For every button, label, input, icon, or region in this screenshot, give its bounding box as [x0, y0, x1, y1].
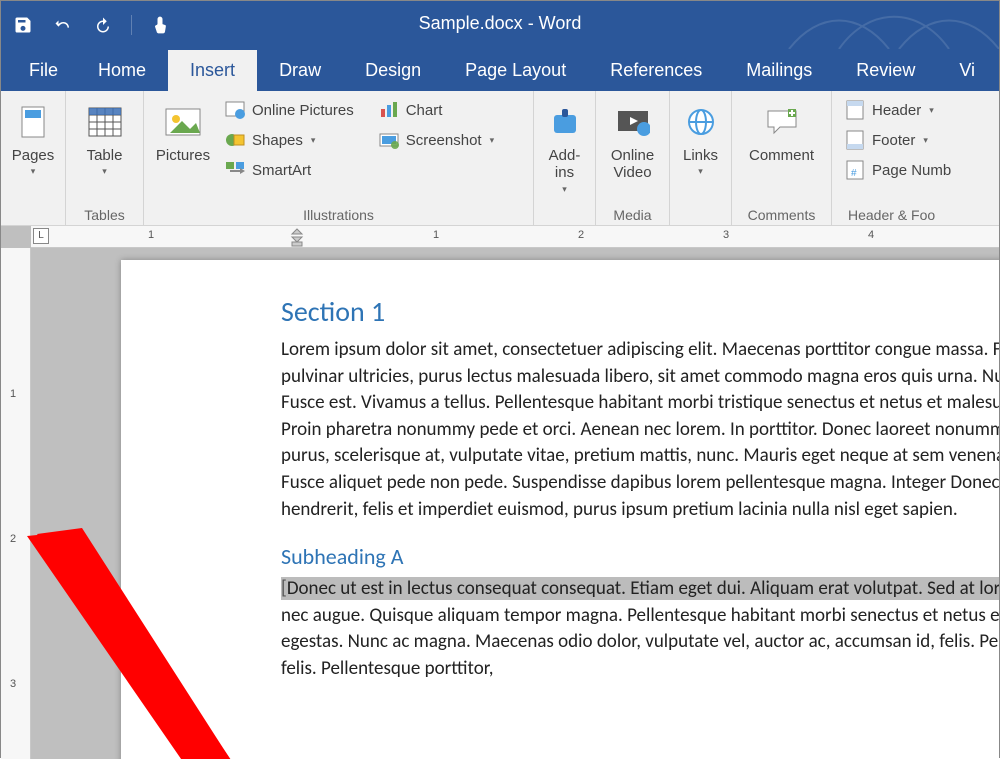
horizontal-ruler[interactable]: L 1 1 2 3 4 [31, 226, 999, 248]
redo-button[interactable] [91, 13, 115, 37]
links-button[interactable]: Links ▾ [678, 97, 723, 181]
tab-design[interactable]: Design [343, 50, 443, 91]
group-illustrations-label: Illustrations [152, 207, 525, 223]
addins-icon [550, 101, 580, 143]
tab-page-layout[interactable]: Page Layout [443, 50, 588, 91]
vertical-ruler[interactable]: 1 2 3 [1, 248, 31, 759]
group-headerfooter-label: Header & Foo [840, 207, 991, 223]
tab-home[interactable]: Home [76, 50, 168, 91]
touch-mode-button[interactable] [148, 13, 172, 37]
document-page[interactable]: Section 1 Lorem ipsum dolor sit amet, co… [121, 260, 999, 759]
tab-file[interactable]: File [11, 50, 76, 91]
window-title: Sample.docx - Word [419, 13, 582, 34]
group-tables-label: Tables [74, 207, 135, 223]
screenshot-button[interactable]: Screenshot▾ [374, 127, 498, 153]
undo-button[interactable] [51, 13, 75, 37]
tab-mailings[interactable]: Mailings [724, 50, 834, 91]
smartart-icon [224, 159, 246, 181]
tab-references[interactable]: References [588, 50, 724, 91]
document-area: L 1 1 2 3 4 1 2 3 Section 1 Lorem ipsum … [1, 226, 999, 759]
pages-button[interactable]: Pages ▾ [9, 97, 57, 181]
header-button[interactable]: Header▾ [840, 97, 955, 123]
tab-insert[interactable]: Insert [168, 50, 257, 91]
pictures-button[interactable]: Pictures [152, 97, 214, 168]
online-video-icon [616, 101, 650, 143]
heading-section-1[interactable]: Section 1 [281, 294, 999, 329]
screenshot-icon [378, 129, 400, 151]
page-number-button[interactable]: # Page Numb [840, 157, 955, 183]
ribbon: Pages ▾ Table ▾ Tables Pictures [1, 91, 999, 226]
addins-button[interactable]: Add- ins ▾ [542, 97, 587, 199]
tab-selector[interactable]: L [33, 228, 49, 244]
indent-marker-icon[interactable] [290, 227, 304, 247]
online-pictures-button[interactable]: Online Pictures [220, 97, 358, 123]
shapes-button[interactable]: Shapes▾ [220, 127, 358, 153]
footer-icon [844, 129, 866, 151]
page-number-icon: # [844, 159, 866, 181]
group-media-label: Media [604, 207, 661, 223]
links-icon [685, 101, 717, 143]
paragraph-1[interactable]: Lorem ipsum dolor sit amet, consectetuer… [281, 337, 999, 523]
tab-draw[interactable]: Draw [257, 50, 343, 91]
chart-button[interactable]: Chart [374, 97, 498, 123]
table-icon [88, 101, 122, 143]
selected-text[interactable]: Donec ut est in lectus consequat consequ… [281, 577, 999, 600]
header-icon [844, 99, 866, 121]
pages-icon [19, 101, 47, 143]
chart-icon [378, 99, 400, 121]
online-video-button[interactable]: Online Video [604, 97, 661, 186]
tab-view[interactable]: Vi [937, 50, 997, 91]
ribbon-tabs: File Home Insert Draw Design Page Layout… [1, 49, 999, 91]
table-button[interactable]: Table ▾ [74, 97, 135, 181]
comment-icon [764, 101, 800, 143]
tab-review[interactable]: Review [834, 50, 937, 91]
title-bar: Sample.docx - Word [1, 1, 999, 49]
heading-subheading-a[interactable]: Subheading A [281, 543, 999, 570]
footer-button[interactable]: Footer▾ [840, 127, 955, 153]
quick-access-toolbar [11, 13, 172, 37]
smartart-button[interactable]: SmartArt [220, 157, 358, 183]
shapes-icon [224, 129, 246, 151]
save-button[interactable] [11, 13, 35, 37]
comment-button[interactable]: Comment [740, 97, 823, 168]
svg-text:#: # [851, 168, 857, 179]
group-comments-label: Comments [740, 207, 823, 223]
online-pictures-icon [224, 99, 246, 121]
paragraph-2[interactable]: Donec ut est in lectus consequat consequ… [281, 576, 999, 682]
pictures-icon [164, 101, 202, 143]
